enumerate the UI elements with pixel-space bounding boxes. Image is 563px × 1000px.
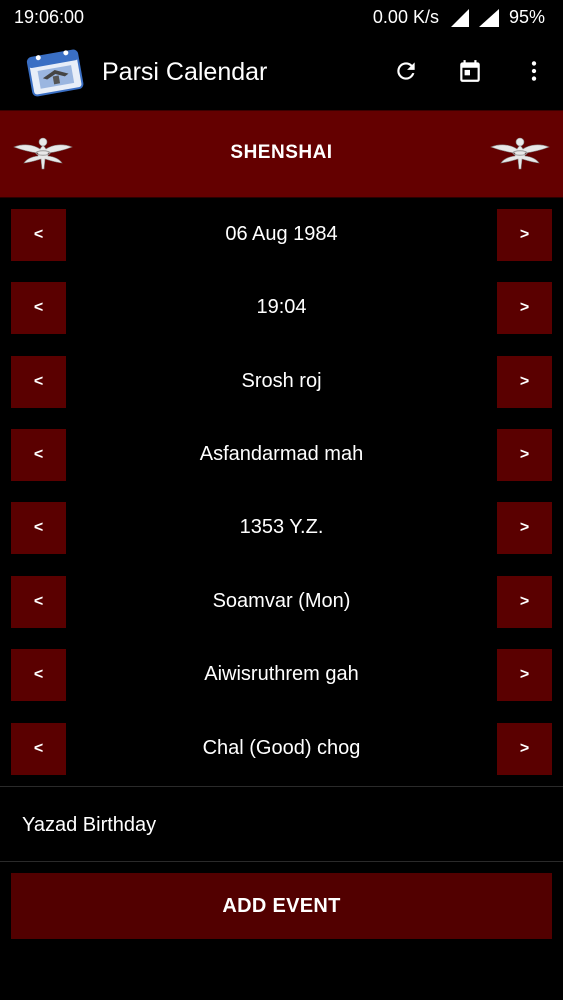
calendar-logo-icon	[24, 46, 86, 98]
signal-4g-icon	[478, 8, 501, 27]
divider	[0, 786, 563, 787]
network-speed: 0.00 K/s	[372, 7, 439, 27]
date-prev-button[interactable]: <	[11, 209, 66, 261]
row-gah: < Aiwisruthrem gah >	[0, 649, 563, 703]
event-label: Yazad Birthday	[22, 814, 157, 836]
refresh-icon[interactable]	[391, 56, 421, 86]
app-actions	[391, 56, 549, 86]
roj-prev-button[interactable]: <	[11, 356, 66, 408]
chog-next-button[interactable]: >	[497, 723, 552, 775]
signal-r-icon	[450, 8, 471, 27]
mah-value: Asfandarmad mah	[199, 443, 364, 465]
app-bar: Parsi Calendar	[0, 36, 563, 108]
app-title: Parsi Calendar	[102, 58, 268, 86]
row-time: < 19:04 >	[0, 282, 563, 336]
gah-next-button[interactable]: >	[497, 649, 552, 701]
year-value: 1353 Y.Z.	[239, 516, 324, 538]
row-date: < 06 Aug 1984 >	[0, 209, 563, 263]
calendar-today-icon[interactable]	[455, 56, 485, 86]
gah-prev-button[interactable]: <	[11, 649, 66, 701]
status-right: 0.00 K/s 95%	[373, 7, 545, 28]
roj-value: Srosh roj	[241, 370, 322, 392]
add-event-button[interactable]: ADD EVENT	[11, 873, 552, 939]
row-weekday: < Soamvar (Mon) >	[0, 576, 563, 630]
time-next-button[interactable]: >	[497, 282, 552, 334]
status-time: 19:06:00	[14, 7, 85, 27]
calendar-type-title: SHENSHAI	[230, 142, 333, 163]
row-roj: < Srosh roj >	[0, 356, 563, 410]
divider	[0, 861, 563, 862]
date-next-button[interactable]: >	[497, 209, 552, 261]
time-prev-button[interactable]: <	[11, 282, 66, 334]
weekday-next-button[interactable]: >	[497, 576, 552, 628]
gah-value: Aiwisruthrem gah	[204, 663, 359, 685]
battery-level: 95%	[508, 7, 545, 27]
year-prev-button[interactable]: <	[11, 502, 66, 554]
chog-prev-button[interactable]: <	[11, 723, 66, 775]
year-next-button[interactable]: >	[497, 502, 552, 554]
weekday-prev-button[interactable]: <	[11, 576, 66, 628]
row-mah: < Asfandarmad mah >	[0, 429, 563, 483]
chog-value: Chal (Good) chog	[202, 737, 361, 759]
mah-prev-button[interactable]: <	[11, 429, 66, 481]
roj-next-button[interactable]: >	[497, 356, 552, 408]
row-chog: < Chal (Good) chog >	[0, 723, 563, 777]
mah-next-button[interactable]: >	[497, 429, 552, 481]
row-year: < 1353 Y.Z. >	[0, 502, 563, 556]
more-vert-icon[interactable]	[519, 56, 549, 86]
time-value: 19:04	[256, 296, 307, 318]
weekday-value: Soamvar (Mon)	[212, 590, 351, 612]
calendar-type-header[interactable]: SHENSHAI	[0, 110, 563, 198]
status-bar: 19:06:00 0.00 K/s 95%	[0, 0, 563, 36]
farohar-icon	[489, 133, 551, 173]
date-value: 06 Aug 1984	[225, 223, 338, 245]
